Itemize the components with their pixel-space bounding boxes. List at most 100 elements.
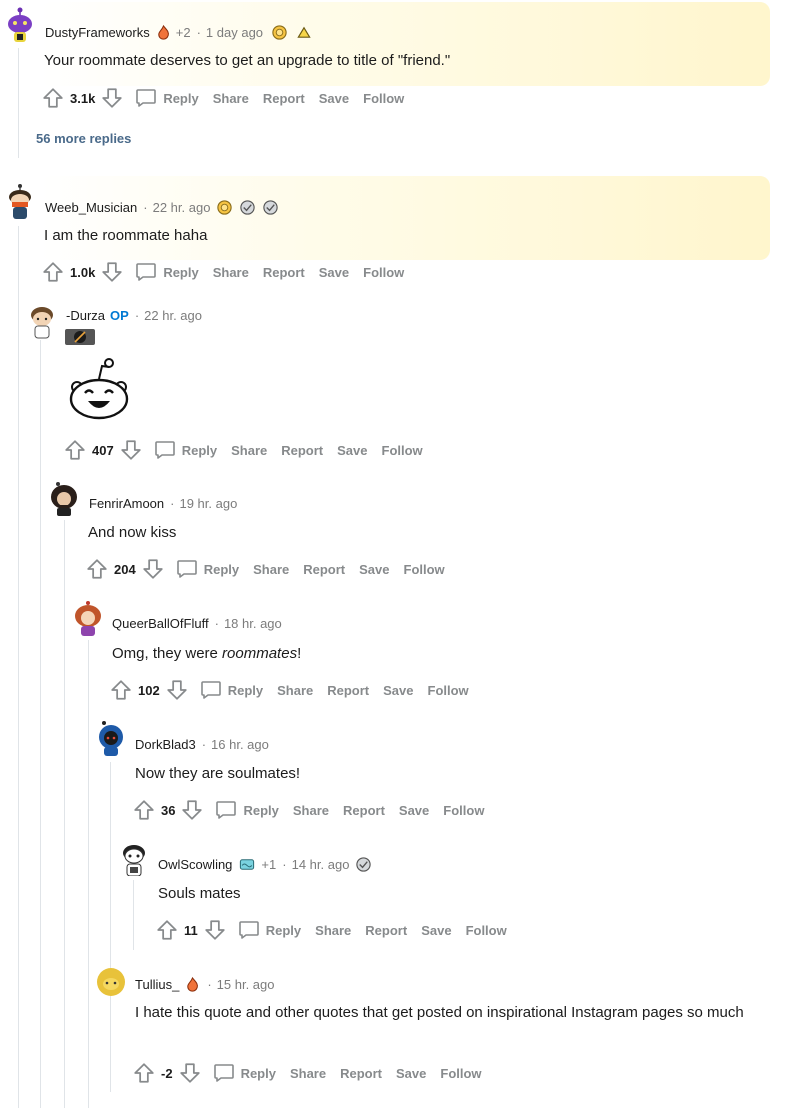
comment-meta: -Durza OP · 22 hr. ago — [66, 305, 202, 325]
save-button[interactable]: Save — [319, 91, 349, 106]
follow-button[interactable]: Follow — [466, 923, 507, 938]
save-button[interactable]: Save — [421, 923, 451, 938]
thread-line — [64, 520, 65, 1108]
upvote-icon[interactable] — [64, 439, 86, 461]
silver-award-icon — [262, 199, 279, 216]
vote-score: 1.0k — [70, 264, 96, 280]
downvote-icon[interactable] — [101, 261, 123, 283]
username[interactable]: -Durza — [66, 308, 105, 323]
upvote-icon[interactable] — [42, 261, 64, 283]
report-button[interactable]: Report — [365, 923, 407, 938]
gold-award-icon — [216, 199, 233, 216]
upvote-icon[interactable] — [42, 87, 64, 109]
avatar[interactable] — [72, 600, 104, 636]
comment-actions: 36 Reply Share Report Save Follow — [133, 798, 484, 822]
share-button[interactable]: Share — [213, 265, 249, 280]
downvote-icon[interactable] — [181, 799, 203, 821]
report-button[interactable]: Report — [340, 1066, 382, 1081]
share-button[interactable]: Share — [213, 91, 249, 106]
save-button[interactable]: Save — [399, 803, 429, 818]
report-button[interactable]: Report — [263, 91, 305, 106]
thread-line — [88, 640, 89, 1108]
gold-award-icon — [271, 24, 288, 41]
share-button[interactable]: Share — [253, 562, 289, 577]
vote-score: 11 — [184, 922, 198, 938]
silver-award-icon — [355, 856, 372, 873]
share-button[interactable]: Share — [293, 803, 329, 818]
share-button[interactable]: Share — [277, 683, 313, 698]
timestamp: 1 day ago — [205, 24, 264, 40]
award-count: +2 — [175, 24, 191, 40]
save-button[interactable]: Save — [337, 443, 367, 458]
report-button[interactable]: Report — [281, 443, 323, 458]
avatar[interactable] — [26, 303, 58, 339]
report-button[interactable]: Report — [343, 803, 385, 818]
vote-score: 102 — [138, 682, 160, 698]
upvote-icon[interactable] — [86, 558, 108, 580]
emphasized-text: roommates — [222, 645, 298, 662]
reply-button[interactable]: Reply — [135, 88, 199, 108]
follow-button[interactable]: Follow — [363, 265, 404, 280]
downvote-icon[interactable] — [166, 679, 188, 701]
upvote-icon[interactable] — [156, 919, 178, 941]
reply-button[interactable]: Reply — [213, 1063, 276, 1083]
comment-meta: DorkBlad3 · 16 hr. ago — [135, 734, 269, 754]
reply-button[interactable]: Reply — [154, 440, 217, 460]
reply-button[interactable]: Reply — [215, 800, 279, 820]
username[interactable]: Weeb_Musician — [45, 200, 137, 215]
avatar[interactable] — [95, 966, 127, 1002]
share-button[interactable]: Share — [315, 923, 351, 938]
username[interactable]: FenrirAmoon — [89, 496, 164, 511]
avatar[interactable] — [95, 720, 127, 756]
username[interactable]: OwlScowling — [158, 857, 232, 872]
comment-meta: Weeb_Musician · 22 hr. ago — [45, 197, 279, 217]
follow-button[interactable]: Follow — [404, 562, 445, 577]
comment-actions: 1.0k Reply Share Report Save Follow — [42, 260, 404, 284]
comment-actions: 11 Reply Share Report Save Follow — [156, 918, 507, 942]
share-button[interactable]: Share — [290, 1066, 326, 1081]
downvote-icon[interactable] — [204, 919, 226, 941]
share-button[interactable]: Share — [231, 443, 267, 458]
follow-button[interactable]: Follow — [443, 803, 484, 818]
upvote-icon[interactable] — [133, 799, 155, 821]
dot-separator: · — [143, 199, 148, 215]
follow-button[interactable]: Follow — [382, 443, 423, 458]
reply-button[interactable]: Reply — [176, 559, 239, 579]
downvote-icon[interactable] — [120, 439, 142, 461]
follow-button[interactable]: Follow — [363, 91, 404, 106]
reply-button[interactable]: Reply — [238, 920, 301, 940]
avatar[interactable] — [4, 6, 36, 42]
avatar[interactable] — [48, 480, 80, 516]
silver-award-icon — [239, 199, 256, 216]
downvote-icon[interactable] — [142, 558, 164, 580]
username[interactable]: Tullius_ — [135, 977, 179, 992]
downvote-icon[interactable] — [179, 1062, 201, 1084]
thread-line — [133, 880, 134, 950]
upvote-icon[interactable] — [110, 679, 132, 701]
downvote-icon[interactable] — [101, 87, 123, 109]
report-button[interactable]: Report — [263, 265, 305, 280]
snoo-emoji-icon — [69, 358, 129, 420]
report-button[interactable]: Report — [327, 683, 369, 698]
username[interactable]: QueerBallOfFluff — [112, 616, 209, 631]
follow-button[interactable]: Follow — [428, 683, 469, 698]
comment-actions: -2 Reply Share Report Save Follow — [133, 1061, 482, 1085]
save-button[interactable]: Save — [383, 683, 413, 698]
more-replies-link[interactable]: 56 more replies — [36, 131, 131, 146]
save-button[interactable]: Save — [359, 562, 389, 577]
username[interactable]: DustyFrameworks — [45, 25, 150, 40]
reply-button[interactable]: Reply — [135, 262, 199, 282]
report-button[interactable]: Report — [303, 562, 345, 577]
user-flair-icon — [65, 329, 95, 345]
avatar[interactable] — [4, 183, 36, 219]
reply-icon — [215, 800, 237, 820]
op-flair: OP — [110, 307, 129, 323]
follow-button[interactable]: Follow — [440, 1066, 481, 1081]
save-button[interactable]: Save — [319, 265, 349, 280]
upvote-icon[interactable] — [133, 1062, 155, 1084]
username[interactable]: DorkBlad3 — [135, 737, 196, 752]
timestamp: 15 hr. ago — [216, 976, 275, 992]
save-button[interactable]: Save — [396, 1066, 426, 1081]
avatar[interactable] — [118, 840, 150, 876]
reply-button[interactable]: Reply — [200, 680, 263, 700]
